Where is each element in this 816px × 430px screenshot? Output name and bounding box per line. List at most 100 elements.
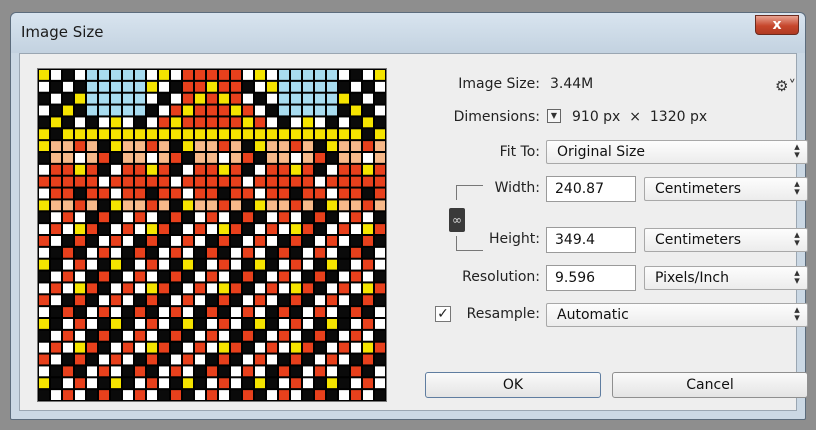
preview-pixel bbox=[207, 200, 217, 211]
resolution-unit-select[interactable]: Pixels/Inch ▴ ▾ bbox=[644, 266, 808, 290]
preview-pixel bbox=[195, 200, 205, 211]
preview-pixel bbox=[99, 129, 109, 140]
preview-pixel bbox=[327, 378, 337, 389]
preview-pixel bbox=[63, 153, 73, 163]
resolution-field[interactable]: 9.596 bbox=[546, 265, 636, 291]
preview-pixel bbox=[171, 390, 181, 400]
preview-pixel bbox=[267, 378, 277, 389]
preview-pixel bbox=[291, 164, 301, 175]
preview-pixel bbox=[183, 212, 193, 223]
resample-checkbox[interactable]: ✓ bbox=[435, 306, 451, 322]
preview-pixel bbox=[39, 283, 49, 294]
width-field[interactable]: 240.87 bbox=[546, 176, 636, 202]
chevron-down-icon[interactable]: ▼ bbox=[547, 109, 561, 123]
preview-pixel bbox=[75, 283, 85, 294]
preview-pixel bbox=[147, 212, 157, 223]
preview-pixel bbox=[255, 212, 265, 223]
preview-pixel bbox=[135, 153, 145, 163]
preview-pixel bbox=[339, 259, 349, 270]
preview-pixel bbox=[291, 129, 301, 140]
preview-pixel bbox=[219, 129, 229, 140]
preview-pixel bbox=[171, 271, 181, 282]
preview-pixel bbox=[267, 247, 277, 258]
link-icon[interactable]: ∞ bbox=[449, 208, 465, 232]
preview-pixel bbox=[183, 188, 193, 199]
preview-pixel bbox=[231, 354, 241, 365]
preview-pixel bbox=[147, 354, 157, 365]
preview-pixel bbox=[63, 390, 73, 400]
preview-pixel bbox=[231, 117, 241, 128]
preview-pixel bbox=[219, 283, 229, 294]
gear-icon[interactable]: ⚙˅ bbox=[775, 77, 796, 95]
preview-pixel bbox=[219, 70, 229, 80]
preview-pixel bbox=[99, 70, 109, 80]
preview-pixel bbox=[39, 259, 49, 270]
preview-pixel bbox=[303, 259, 313, 270]
preview-pixel bbox=[267, 295, 277, 306]
preview-pixel bbox=[159, 93, 169, 104]
preview-pixel bbox=[231, 342, 241, 353]
preview-pixel bbox=[363, 378, 373, 389]
preview-pixel bbox=[51, 236, 61, 246]
preview-pixel bbox=[231, 259, 241, 270]
width-label: Width: bbox=[494, 180, 540, 196]
preview-pixel bbox=[195, 141, 205, 151]
height-field[interactable]: 349.4 bbox=[546, 227, 636, 253]
preview-pixel bbox=[255, 224, 265, 234]
preview-pixel bbox=[375, 366, 385, 377]
cancel-button[interactable]: Cancel bbox=[612, 372, 808, 398]
preview-pixel bbox=[255, 176, 265, 187]
preview-pixel bbox=[375, 354, 385, 365]
preview-pixel bbox=[99, 81, 109, 92]
preview-pixel bbox=[87, 366, 97, 377]
close-icon: x bbox=[772, 17, 782, 33]
close-button[interactable]: x bbox=[755, 15, 799, 35]
preview-pixel bbox=[315, 295, 325, 306]
preview-pixel bbox=[195, 224, 205, 234]
preview-pixel bbox=[39, 188, 49, 199]
preview-pixel bbox=[147, 153, 157, 163]
preview-pixel bbox=[51, 153, 61, 163]
preview-pixel bbox=[303, 319, 313, 329]
width-unit-select[interactable]: Centimeters ▴ ▾ bbox=[644, 177, 808, 201]
preview-pixel bbox=[279, 247, 289, 258]
preview-pixel bbox=[171, 378, 181, 389]
preview-pixel bbox=[303, 236, 313, 246]
preview-pixel bbox=[363, 390, 373, 400]
preview-pixel bbox=[99, 188, 109, 199]
preview-pixel bbox=[87, 93, 97, 104]
preview-pixel bbox=[147, 93, 157, 104]
preview-pixel bbox=[87, 117, 97, 128]
preview-pixel bbox=[39, 212, 49, 223]
resample-select[interactable]: Automatic ▴ ▾ bbox=[546, 303, 808, 327]
preview-pixel bbox=[63, 141, 73, 151]
preview-pixel bbox=[231, 295, 241, 306]
height-unit-select[interactable]: Centimeters ▴ ▾ bbox=[644, 228, 808, 252]
preview-pixel bbox=[315, 236, 325, 246]
preview-pixel bbox=[315, 117, 325, 128]
preview-pixel bbox=[75, 295, 85, 306]
preview-pixel bbox=[111, 366, 121, 377]
preview-pixel bbox=[147, 236, 157, 246]
preview-pixel bbox=[159, 319, 169, 329]
preview-pixel bbox=[219, 390, 229, 400]
image-preview[interactable] bbox=[37, 68, 387, 402]
preview-pixel bbox=[255, 259, 265, 270]
preview-pixel bbox=[315, 378, 325, 389]
preview-pixel bbox=[267, 70, 277, 80]
preview-pixel bbox=[63, 81, 73, 92]
preview-pixel bbox=[39, 366, 49, 377]
preview-pixel bbox=[123, 224, 133, 234]
fit-to-select[interactable]: Original Size ▴ ▾ bbox=[546, 140, 808, 164]
preview-pixel bbox=[255, 307, 265, 317]
preview-pixel bbox=[315, 283, 325, 294]
preview-pixel bbox=[363, 70, 373, 80]
preview-pixel bbox=[51, 200, 61, 211]
preview-pixel bbox=[339, 378, 349, 389]
preview-pixel bbox=[111, 247, 121, 258]
preview-pixel bbox=[303, 224, 313, 234]
preview-pixel bbox=[219, 224, 229, 234]
ok-button[interactable]: OK bbox=[425, 372, 601, 398]
title-bar[interactable]: Image Size x bbox=[11, 13, 805, 53]
preview-pixel bbox=[159, 354, 169, 365]
